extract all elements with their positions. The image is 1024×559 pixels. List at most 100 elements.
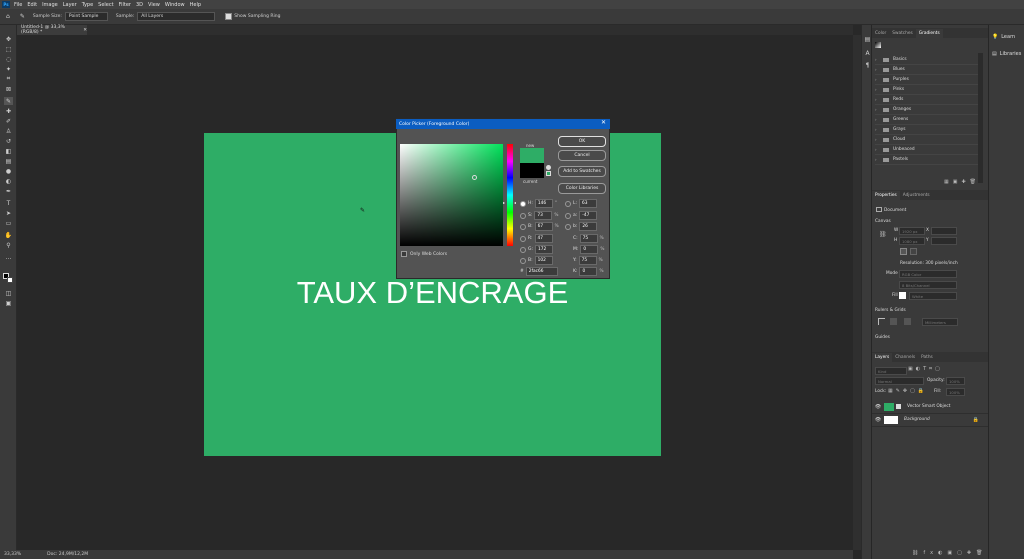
layer-fill-field[interactable]: 100%: [946, 388, 965, 396]
a-radio[interactable]: [565, 212, 571, 219]
eyedropper-icon[interactable]: ✎: [20, 13, 25, 20]
gradient-group[interactable]: › Unbeaced: [875, 145, 979, 155]
color-field-marker[interactable]: [472, 175, 477, 180]
tab-layers[interactable]: Layers: [872, 353, 893, 362]
height-field[interactable]: 1080 px: [899, 237, 925, 245]
healing-tool-icon[interactable]: ✚: [4, 107, 13, 115]
blur-tool-icon[interactable]: ●: [4, 167, 13, 175]
tab-swatches[interactable]: Swatches: [889, 29, 916, 38]
menu-3d[interactable]: 3D: [136, 2, 143, 8]
menu-help[interactable]: Help: [190, 2, 201, 8]
brush-tool-icon[interactable]: ✐: [4, 117, 13, 125]
menu-filter[interactable]: Filter: [119, 2, 131, 8]
menu-view[interactable]: View: [148, 2, 160, 8]
y-input[interactable]: 75: [578, 256, 597, 265]
color-field[interactable]: [400, 144, 503, 246]
gamut-warning-icon[interactable]: [546, 165, 551, 170]
l-input[interactable]: 63: [579, 199, 598, 208]
hex-input[interactable]: 2fac66: [525, 267, 558, 276]
x-field[interactable]: [931, 227, 957, 235]
s-radio[interactable]: [520, 212, 526, 219]
gradient-group[interactable]: › Pastels: [875, 155, 979, 165]
ruler-units-select[interactable]: Millimeters: [922, 318, 958, 326]
link-icon[interactable]: ⛓: [879, 231, 887, 238]
depth-select[interactable]: 8 Bits/Channel: [899, 281, 957, 289]
web-safe-icon[interactable]: [546, 171, 551, 176]
stamp-tool-icon[interactable]: ♙: [4, 127, 13, 135]
r-radio[interactable]: [520, 235, 526, 242]
more-tools-icon[interactable]: …: [4, 253, 13, 261]
menu-image[interactable]: Image: [42, 2, 58, 8]
gradient-group[interactable]: › Reds: [875, 95, 979, 105]
path-select-icon[interactable]: ➤: [4, 209, 13, 217]
visibility-eye-icon[interactable]: 👁: [872, 417, 884, 423]
layer-row[interactable]: 👁 Vector Smart Object: [872, 400, 989, 414]
current-color-swatch[interactable]: [520, 163, 544, 178]
add-to-swatches-button[interactable]: Add to Swatches: [558, 166, 606, 177]
r-input[interactable]: 47: [534, 234, 553, 243]
gradient-tool-icon[interactable]: ▤: [4, 157, 13, 165]
menu-type[interactable]: Type: [82, 2, 93, 8]
crop-tool-icon[interactable]: ⌗: [4, 75, 13, 83]
dialog-titlebar[interactable]: Color Picker (Foreground Color) ✕: [396, 119, 610, 129]
mode-select[interactable]: RGB Color: [899, 270, 957, 278]
eraser-tool-icon[interactable]: ◧: [4, 147, 13, 155]
layer-name[interactable]: Background: [904, 417, 930, 422]
tab-gradients[interactable]: Gradients: [915, 29, 943, 38]
fill-swatch[interactable]: [899, 292, 906, 299]
libraries-item[interactable]: ▤ Libraries: [992, 51, 1021, 57]
tab-adjustments[interactable]: Adjustments: [900, 191, 933, 200]
fill-select[interactable]: White: [909, 292, 957, 300]
move-tool-icon[interactable]: ✥: [4, 35, 13, 43]
gradient-group[interactable]: › Cloud: [875, 135, 979, 145]
b-input[interactable]: 67: [534, 222, 553, 231]
swatches-scrollbar[interactable]: [978, 53, 983, 183]
lock-icons[interactable]: ▦✎✥▢🔒: [888, 388, 927, 394]
landscape-icon[interactable]: [910, 248, 917, 255]
eyedropper-tool-icon[interactable]: ✎: [4, 97, 13, 105]
s-input[interactable]: 73: [534, 211, 553, 220]
gradient-group[interactable]: › Purples: [875, 75, 979, 85]
sample-size-select[interactable]: Point Sample: [64, 12, 108, 21]
h-input[interactable]: 146: [534, 199, 553, 208]
blue-radio[interactable]: [520, 257, 526, 264]
gradient-group[interactable]: › Grays: [875, 125, 979, 135]
color-libraries-button[interactable]: Color Libraries: [558, 183, 606, 194]
tab-color[interactable]: Color: [872, 29, 889, 38]
lasso-tool-icon[interactable]: ◌: [4, 55, 13, 63]
c-input[interactable]: 75: [579, 234, 598, 243]
h-radio[interactable]: [520, 200, 526, 207]
cancel-button[interactable]: Cancel: [558, 150, 606, 161]
blue-input[interactable]: 102: [534, 256, 553, 265]
document-tab[interactable]: Untitled-1 @ 33,3% (RGB/8) * ✕: [17, 25, 87, 35]
ruler-icon[interactable]: [878, 318, 885, 325]
gradient-group[interactable]: › Greens: [875, 115, 979, 125]
portrait-icon[interactable]: [900, 248, 907, 255]
l-radio[interactable]: [565, 200, 571, 207]
tab-channels[interactable]: Channels: [892, 353, 918, 362]
gradient-group[interactable]: › Pinks: [875, 85, 979, 95]
blend-mode-select[interactable]: Normal: [875, 377, 924, 385]
layer-filter-icons[interactable]: ▣◐T⌗▢: [908, 366, 943, 372]
home-icon[interactable]: ⌂: [6, 13, 10, 20]
b-radio[interactable]: [520, 223, 526, 230]
k-input[interactable]: 0: [579, 267, 598, 276]
layer-row[interactable]: 👁 Background 🔒: [872, 413, 989, 427]
width-field[interactable]: 1920 px: [899, 227, 925, 235]
background-color-swatch[interactable]: [7, 277, 13, 283]
close-tab-icon[interactable]: ✕: [83, 28, 87, 33]
marquee-tool-icon[interactable]: ⬚: [4, 45, 13, 53]
quick-select-icon[interactable]: ✦: [4, 65, 13, 73]
menu-layer[interactable]: Layer: [63, 2, 77, 8]
tab-paths[interactable]: Paths: [918, 353, 936, 362]
swatches-footer-icons[interactable]: ▦▣✚🗑: [944, 179, 980, 185]
ok-button[interactable]: OK: [558, 136, 606, 147]
history-brush-icon[interactable]: ↺: [4, 137, 13, 145]
menu-edit[interactable]: Edit: [27, 2, 37, 8]
pen-tool-icon[interactable]: ✒: [4, 187, 13, 195]
gradient-group[interactable]: › Oranges: [875, 105, 979, 115]
type-tool-icon[interactable]: T: [4, 199, 13, 207]
close-icon[interactable]: ✕: [601, 119, 606, 126]
canvas-section-label[interactable]: Canvas: [875, 219, 891, 224]
layer-name[interactable]: Vector Smart Object: [907, 404, 950, 409]
